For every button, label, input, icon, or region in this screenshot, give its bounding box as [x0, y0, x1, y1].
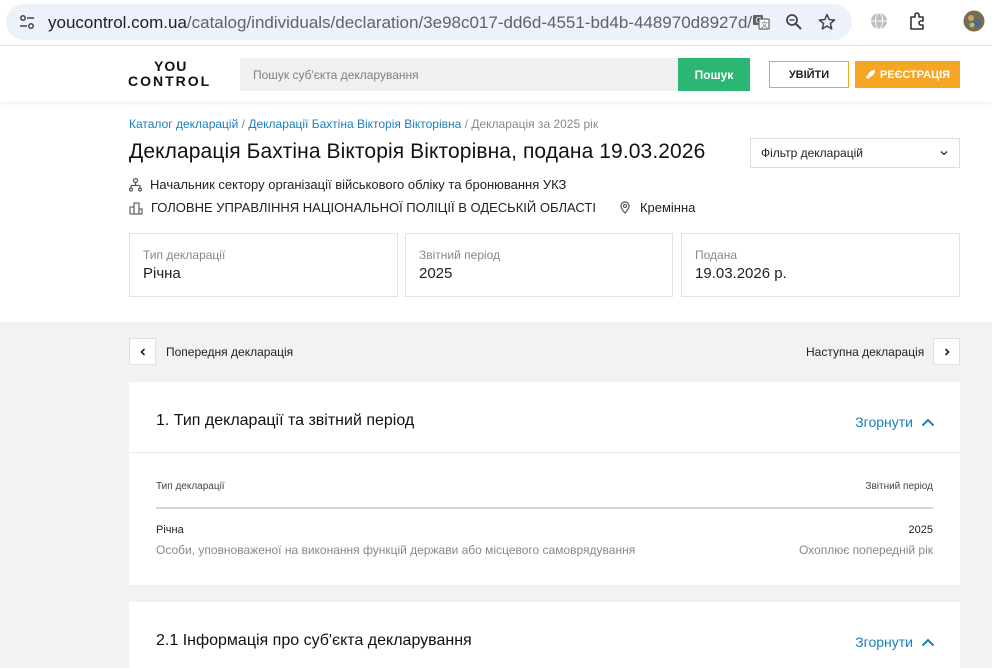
- declaration-filter-dropdown[interactable]: Фільтр декларацій: [750, 138, 960, 168]
- translate-icon[interactable]: G 文: [752, 13, 770, 31]
- section-subject-info: 2.1 Інформація про суб'єкта декларування…: [129, 602, 960, 668]
- page-title: Декларація Бахтіна Вікторія Вікторівна, …: [129, 140, 706, 163]
- breadcrumb: Каталог декларацій / Декларації Бахтіна …: [129, 117, 598, 131]
- chevron-up-icon: [921, 638, 935, 646]
- position-text: Начальник сектору організації військовог…: [150, 177, 567, 192]
- organization-text: ГОЛОВНЕ УПРАВЛІННЯ НАЦІОНАЛЬНОЇ ПОЛІЦІЇ …: [151, 200, 596, 215]
- site-header: YOU CONTROL Пошук УВІЙТИ РЕЄСТРАЦІЯ: [0, 46, 992, 102]
- table-header-rule: [156, 507, 933, 509]
- organization-line: ГОЛОВНЕ УПРАВЛІННЯ НАЦІОНАЛЬНОЇ ПОЛІЦІЇ …: [129, 200, 695, 215]
- column-header-period: Звітний період: [865, 481, 933, 492]
- collapse-section-button[interactable]: Згорнути: [855, 414, 935, 430]
- org-structure-icon: [129, 177, 142, 192]
- info-card-declaration-type: Тип декларації Річна: [129, 233, 398, 297]
- collapse-section-button[interactable]: Згорнути: [855, 634, 935, 650]
- chevron-down-icon: [940, 151, 948, 156]
- next-declaration-button[interactable]: [933, 338, 960, 365]
- profile-avatar-icon[interactable]: [963, 10, 985, 32]
- section-declaration-type: 1. Тип декларації та звітний період Згор…: [129, 382, 960, 585]
- prev-declaration-button[interactable]: [129, 338, 156, 365]
- extensions-icon[interactable]: [907, 11, 927, 31]
- vpn-globe-icon[interactable]: [869, 11, 889, 31]
- position-line: Начальник сектору організації військовог…: [129, 177, 566, 192]
- collapse-label: Згорнути: [855, 634, 913, 650]
- register-button-label: РЕЄСТРАЦІЯ: [879, 68, 951, 81]
- section-title: 2.1 Інформація про суб'єкта декларування: [156, 632, 472, 649]
- section-divider: [129, 452, 960, 453]
- info-card-submitted: Подана 19.03.2026 р.: [681, 233, 960, 297]
- register-button[interactable]: РЕЄСТРАЦІЯ: [855, 61, 960, 88]
- svg-text:文: 文: [761, 20, 768, 29]
- chevron-right-icon: [944, 347, 950, 356]
- info-card-label: Тип декларації: [143, 248, 226, 262]
- bookmark-star-icon[interactable]: [818, 13, 836, 31]
- breadcrumb-separator: /: [464, 117, 469, 131]
- building-icon: [129, 201, 143, 215]
- login-button[interactable]: УВІЙТИ: [769, 61, 849, 88]
- address-bar[interactable]: youcontrol.com.ua/catalog/individuals/de…: [6, 4, 852, 40]
- location-text: Кремінна: [639, 200, 696, 215]
- search-input[interactable]: [240, 58, 678, 91]
- chevron-up-icon: [921, 418, 935, 426]
- prev-declaration-label[interactable]: Попередня декларація: [166, 345, 293, 359]
- reporting-period-value: 2025: [908, 524, 933, 536]
- logo-bottom-text: CONTROL: [128, 73, 212, 89]
- info-card-value: 2025: [419, 265, 453, 282]
- declaration-type-description: Особи, уповноваженої на виконання функці…: [156, 543, 636, 557]
- chevron-left-icon: [139, 347, 145, 356]
- url-text[interactable]: youcontrol.com.ua/catalog/individuals/de…: [48, 13, 752, 33]
- logo-top-text: YOU: [154, 58, 188, 74]
- breadcrumb-separator: /: [241, 117, 245, 131]
- next-declaration-label[interactable]: Наступна декларація: [806, 345, 924, 359]
- site-settings-icon[interactable]: [18, 13, 36, 31]
- info-card-value: 19.03.2026 р.: [695, 265, 787, 282]
- breadcrumb-person-link[interactable]: Декларації Бахтіна Вікторія Вікторівна: [248, 117, 461, 131]
- info-card-label: Звітний період: [419, 248, 501, 262]
- section-title: 1. Тип декларації та звітний період: [156, 412, 415, 429]
- filter-label: Фільтр декларацій: [761, 146, 863, 160]
- rocket-icon: [865, 69, 875, 80]
- browser-toolbar: youcontrol.com.ua/catalog/individuals/de…: [0, 0, 992, 46]
- declaration-type-value: Річна: [156, 524, 184, 536]
- zoom-icon[interactable]: [785, 13, 803, 31]
- column-header-type: Тип декларації: [156, 481, 225, 492]
- info-card-value: Річна: [143, 265, 181, 282]
- info-card-reporting-period: Звітний період 2025: [405, 233, 673, 297]
- info-card-label: Подана: [695, 248, 738, 262]
- location-pin-icon: [620, 200, 630, 214]
- collapse-label: Згорнути: [855, 414, 913, 430]
- breadcrumb-current: Декларація за 2025 рік: [471, 117, 599, 131]
- youcontrol-logo[interactable]: YOU CONTROL: [128, 58, 209, 90]
- reporting-period-description: Охоплює попередній рік: [798, 543, 933, 557]
- search-button[interactable]: Пошук: [678, 58, 750, 91]
- breadcrumb-catalog-link[interactable]: Каталог декларацій: [129, 117, 238, 131]
